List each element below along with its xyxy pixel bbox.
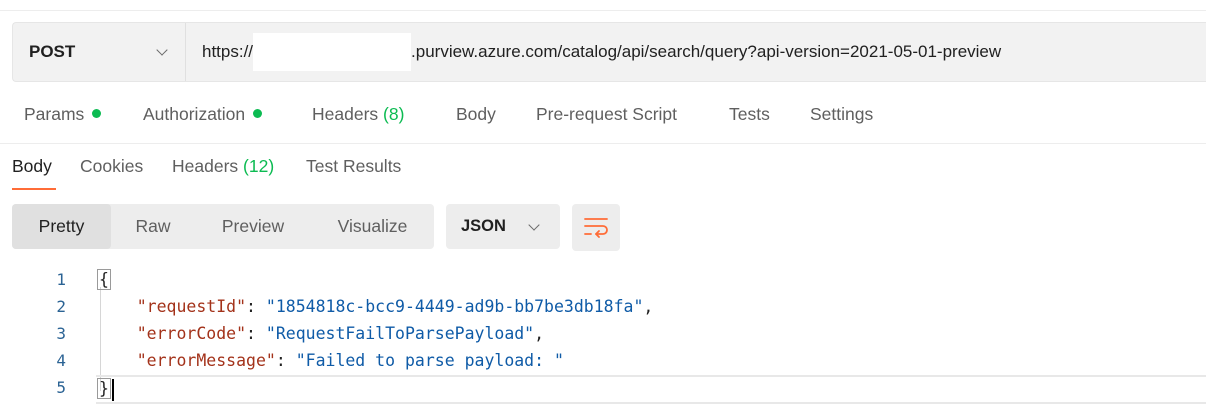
tab-count: (8) (383, 104, 405, 124)
json-key: "requestId" (136, 297, 247, 316)
request-url-bar: POST https:// .purview.azure.com/catalog/… (12, 22, 1206, 82)
response-tab-headers[interactable]: Headers (12) (172, 156, 274, 177)
method-label: POST (29, 42, 76, 61)
tab-label: Params (24, 104, 85, 124)
code-line: "errorMessage": "Failed to parse payload… (136, 351, 564, 370)
redacted-hostname (253, 33, 412, 71)
chevron-down-icon (528, 219, 540, 231)
view-preview-button[interactable]: Preview (195, 204, 311, 249)
response-tab-test-results[interactable]: Test Results (306, 156, 401, 177)
tab-body[interactable]: Body (456, 104, 496, 125)
url-prefix: https:// (202, 42, 254, 61)
url-suffix: .purview.azure.com/catalog/api/search/qu… (411, 42, 1002, 61)
close-brace: } (97, 378, 111, 399)
response-body-editor[interactable]: 1 2 3 4 5 { "requestId": "1854818c-bcc9-… (0, 262, 1206, 415)
response-tab-cookies[interactable]: Cookies (80, 156, 143, 177)
tab-params[interactable]: Params (24, 104, 102, 125)
tab-count: (12) (243, 156, 275, 176)
response-tab-body[interactable]: Body (12, 156, 52, 177)
active-tab-indicator (12, 188, 56, 190)
wrap-lines-button[interactable] (572, 204, 620, 251)
chevron-down-icon (156, 44, 168, 56)
view-pretty-button[interactable]: Pretty (12, 204, 111, 249)
format-label: JSON (461, 217, 506, 235)
json-comma: , (643, 297, 654, 316)
text-cursor (111, 378, 114, 401)
code-line: "errorCode": "RequestFailToParsePayload"… (136, 324, 545, 343)
status-dot-icon (92, 109, 102, 118)
tab-authorization[interactable]: Authorization (143, 104, 263, 125)
line-number: 1 (56, 270, 66, 289)
tab-headers[interactable]: Headers (8) (312, 104, 404, 125)
active-line-highlight (96, 375, 1206, 404)
wrap-lines-icon (584, 218, 608, 238)
json-value: "RequestFailToParsePayload" (265, 324, 535, 343)
view-raw-button[interactable]: Raw (111, 204, 195, 249)
tab-label: Authorization (143, 104, 246, 124)
method-select[interactable]: POST (13, 23, 186, 81)
json-key: "errorCode" (136, 324, 247, 343)
json-comma: , (534, 324, 545, 343)
tab-pre-request-script[interactable]: Pre-request Script (536, 104, 677, 125)
tab-settings[interactable]: Settings (810, 104, 873, 125)
line-number: 5 (56, 378, 66, 397)
line-number: 3 (56, 324, 66, 343)
tab-label: Headers (172, 156, 239, 176)
code-line: { (97, 266, 111, 293)
line-number: 4 (56, 351, 66, 370)
code-line: "requestId": "1854818c-bcc9-4449-ad9b-bb… (136, 297, 654, 316)
tab-label: Headers (312, 104, 379, 124)
section-divider (0, 143, 1206, 144)
tab-tests[interactable]: Tests (729, 104, 770, 125)
status-dot-icon (253, 109, 263, 118)
top-divider (0, 10, 1206, 11)
url-input[interactable]: https:// .purview.azure.com/catalog/api/s… (202, 23, 1001, 81)
view-mode-toggle: Pretty Raw Preview Visualize (12, 204, 434, 249)
line-number: 2 (56, 297, 66, 316)
format-select[interactable]: JSON (446, 204, 560, 249)
json-key: "errorMessage" (136, 351, 276, 370)
open-brace: { (97, 269, 111, 290)
json-value: "Failed to parse payload: " (295, 351, 564, 370)
view-visualize-button[interactable]: Visualize (311, 204, 434, 249)
json-value: "1854818c-bcc9-4449-ad9b-bb7be3db18fa" (265, 297, 644, 316)
code-line: } (97, 375, 114, 402)
